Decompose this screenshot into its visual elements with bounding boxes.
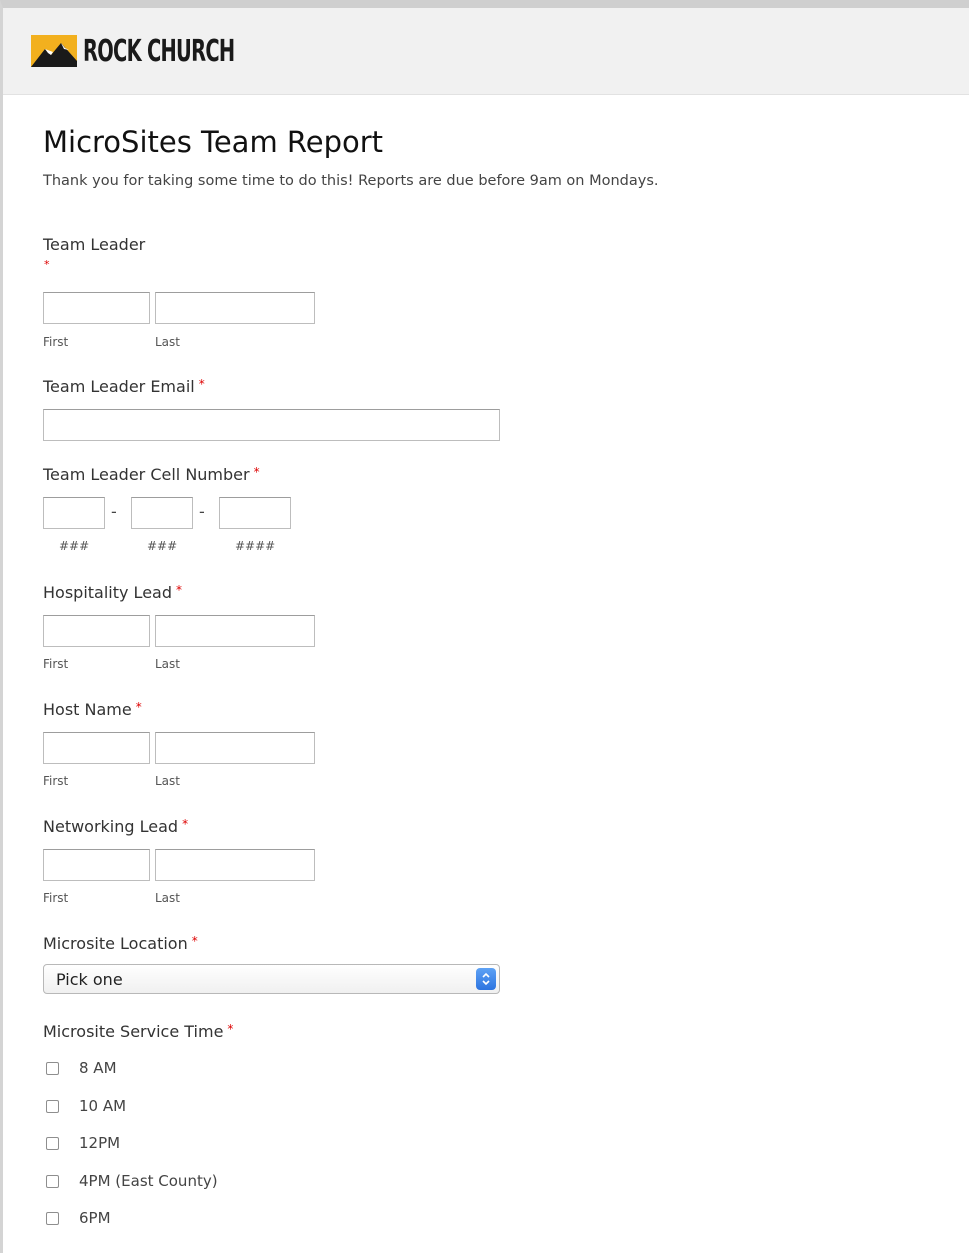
hospitality-lead-last-input[interactable] xyxy=(155,615,315,647)
cell-line-sublabel: #### xyxy=(235,539,276,553)
form-page: ROCK CHURCH MicroSites Team Report Thank… xyxy=(0,0,969,1253)
service-time-option[interactable]: 6PM xyxy=(46,1209,111,1227)
hospitality-lead-label-text: Hospitality Lead xyxy=(43,583,172,602)
required-marker: * xyxy=(191,934,198,948)
hospitality-lead-first-input[interactable] xyxy=(43,615,150,647)
host-name-label-text: Host Name xyxy=(43,700,132,719)
host-name-last-input[interactable] xyxy=(155,732,315,764)
team-leader-last-sublabel: Last xyxy=(155,335,180,349)
select-updown-arrow-icon[interactable] xyxy=(476,968,496,990)
team-leader-email-input[interactable] xyxy=(43,409,500,441)
cell-separator: - xyxy=(111,502,117,521)
networking-lead-label-text: Networking Lead xyxy=(43,817,179,836)
cell-prefix-input[interactable] xyxy=(131,497,193,529)
service-time-option[interactable]: 4PM (East County) xyxy=(46,1172,218,1190)
cell-area-code-input[interactable] xyxy=(43,497,105,529)
service-time-option[interactable]: 12PM xyxy=(46,1134,120,1152)
service-time-option-label: 6PM xyxy=(79,1209,111,1227)
team-leader-email-label: Team Leader Email * xyxy=(43,377,205,396)
microsite-service-time-label-text: Microsite Service Time xyxy=(43,1022,224,1041)
required-marker: * xyxy=(198,377,205,391)
team-leader-first-sublabel: First xyxy=(43,335,69,349)
host-name-last-sublabel: Last xyxy=(155,774,180,788)
service-time-option[interactable]: 8 AM xyxy=(46,1059,117,1077)
service-time-checkbox[interactable] xyxy=(46,1136,59,1150)
microsite-location-label: Microsite Location * xyxy=(43,934,198,953)
team-leader-first-input[interactable] xyxy=(43,292,150,324)
hospitality-lead-last-sublabel: Last xyxy=(155,657,180,671)
host-name-first-sublabel: First xyxy=(43,774,69,788)
brand-name: ROCK CHURCH xyxy=(83,33,235,69)
microsite-location-select[interactable]: Pick one xyxy=(43,964,500,994)
site-header: ROCK CHURCH xyxy=(3,8,969,95)
microsite-location-selected-value: Pick one xyxy=(56,969,123,989)
service-time-option-label: 8 AM xyxy=(79,1059,117,1077)
team-leader-cell-label: Team Leader Cell Number * xyxy=(43,465,260,484)
networking-lead-last-sublabel: Last xyxy=(155,891,180,905)
service-time-option-label: 4PM (East County) xyxy=(79,1172,218,1190)
hospitality-lead-label: Hospitality Lead * xyxy=(43,583,182,602)
networking-lead-label: Networking Lead * xyxy=(43,817,188,836)
host-name-first-input[interactable] xyxy=(43,732,150,764)
team-leader-last-input[interactable] xyxy=(155,292,315,324)
page-title: MicroSites Team Report xyxy=(43,125,384,159)
team-leader-required-marker: * xyxy=(44,258,50,271)
required-marker: * xyxy=(253,465,260,479)
cell-line-number-input[interactable] xyxy=(219,497,291,529)
team-leader-label: Team Leader xyxy=(43,235,146,254)
host-name-label: Host Name * xyxy=(43,700,142,719)
required-marker: * xyxy=(176,583,182,597)
cell-prefix-sublabel: ### xyxy=(147,539,178,553)
team-leader-email-label-text: Team Leader Email xyxy=(43,377,195,396)
required-marker: * xyxy=(135,700,142,714)
required-marker: * xyxy=(227,1022,234,1036)
microsite-location-label-text: Microsite Location xyxy=(43,934,188,953)
updown-chevron-icon xyxy=(482,972,490,986)
microsite-service-time-label: Microsite Service Time * xyxy=(43,1022,233,1041)
required-marker: * xyxy=(182,817,189,831)
brand-logo[interactable]: ROCK CHURCH xyxy=(31,34,293,69)
networking-lead-first-sublabel: First xyxy=(43,891,69,905)
service-time-checkbox[interactable] xyxy=(46,1211,59,1225)
service-time-option-label: 10 AM xyxy=(79,1097,127,1115)
service-time-option-label: 12PM xyxy=(79,1134,121,1152)
mountain-logo-icon xyxy=(31,35,77,67)
form-description: Thank you for taking some time to do thi… xyxy=(43,173,659,189)
service-time-option[interactable]: 10 AM xyxy=(46,1097,126,1115)
service-time-checkbox[interactable] xyxy=(46,1061,59,1075)
service-time-checkbox[interactable] xyxy=(46,1099,59,1113)
networking-lead-first-input[interactable] xyxy=(43,849,150,881)
cell-separator: - xyxy=(199,502,205,521)
team-leader-cell-label-text: Team Leader Cell Number xyxy=(43,465,250,484)
service-time-checkbox[interactable] xyxy=(46,1174,59,1188)
cell-area-sublabel: ### xyxy=(59,539,90,553)
hospitality-lead-first-sublabel: First xyxy=(43,657,69,671)
networking-lead-last-input[interactable] xyxy=(155,849,315,881)
